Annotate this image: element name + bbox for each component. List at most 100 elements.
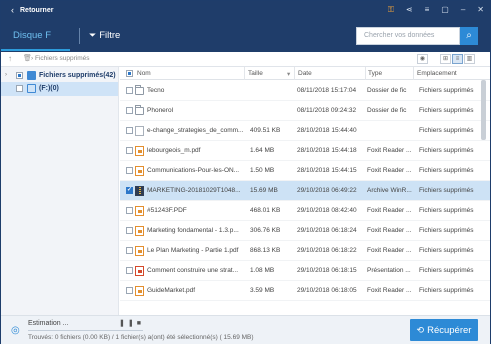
- cell-size: 409.51 KB: [250, 127, 281, 134]
- search-input[interactable]: Chercher vos données: [356, 27, 460, 45]
- table-row[interactable]: #51243F.PDF 468.01 KB 29/10/2018 08:42:40 F…: [120, 201, 490, 221]
- cell-size: 1.64 MB: [250, 147, 275, 154]
- pdf-file-icon: [135, 246, 144, 256]
- cell-location: Fichiers supprimés: [419, 87, 474, 94]
- presentation-file-icon: [135, 266, 144, 276]
- cell-date: 08/11/2018 09:24:32: [297, 107, 357, 114]
- cell-size: 306.76 KB: [250, 227, 281, 234]
- restore-icon[interactable]: ▢: [441, 5, 449, 15]
- row-checkbox[interactable]: [126, 107, 133, 114]
- recover-icon: ⟲: [416, 325, 425, 335]
- back-button[interactable]: ‹ Retourner: [11, 5, 53, 15]
- cell-type: Foxit Reader ...: [367, 147, 412, 154]
- cell-name: Marketing fondamental - 1.3.p...: [147, 227, 239, 234]
- chevron-left-icon: ‹: [11, 5, 14, 15]
- tree-item-drive-f[interactable]: (F:)(0): [1, 82, 118, 96]
- key-icon[interactable]: ⚿: [388, 5, 394, 15]
- row-checkbox[interactable]: [126, 167, 133, 174]
- table-row[interactable]: GuideMarket.pdf 3.59 MB 29/10/2018 06:18:0…: [120, 281, 490, 301]
- row-checkbox[interactable]: [126, 267, 133, 274]
- grid-view-icon[interactable]: ⊞: [440, 54, 451, 64]
- cell-name: Tecno: [147, 87, 165, 94]
- estimation-label: Estimation ...: [28, 320, 69, 327]
- pdf-file-icon: [135, 286, 144, 296]
- tab-disk-f[interactable]: Disque F: [13, 30, 51, 41]
- table-row[interactable]: Le Plan Marketing - Partie 1.pdf 868.13 K…: [120, 241, 490, 261]
- app-window: ‹ Retourner ⚿ ⋖ ≡ ▢ – ✕ Disque F ⏷ Filtre …: [0, 0, 491, 344]
- cell-date: 28/10/2018 15:44:15: [297, 167, 357, 174]
- cell-name: MARKETING-20181029T1048...: [147, 187, 241, 194]
- cell-size: 468.01 KB: [250, 207, 281, 214]
- table-row[interactable]: lebourgeois_m.pdf 1.64 MB 28/10/2018 15:44…: [120, 141, 490, 161]
- cell-location: Fichiers supprimés: [419, 147, 474, 154]
- menu-icon[interactable]: ≡: [425, 5, 430, 15]
- column-type[interactable]: Type: [368, 70, 382, 77]
- search-icon[interactable]: ⌕: [460, 27, 478, 45]
- table-row[interactable]: Comment construire une strat... 1.08 MB 29…: [120, 261, 490, 281]
- cell-location: Fichiers supprimés: [419, 187, 474, 194]
- cell-size: 3.59 MB: [250, 287, 275, 294]
- minimize-icon[interactable]: –: [461, 5, 465, 15]
- cell-date: 29/10/2018 06:18:22: [297, 247, 357, 254]
- table-row[interactable]: MARKETING-20181029T1048... 15.69 MB 29/10/…: [120, 181, 490, 201]
- cell-type: Foxit Reader ...: [367, 287, 412, 294]
- row-checkbox[interactable]: [126, 247, 133, 254]
- cell-date: 29/10/2018 06:18:15: [297, 267, 357, 274]
- row-checkbox[interactable]: [126, 147, 133, 154]
- drive-icon: [27, 84, 36, 93]
- filter-button[interactable]: ⏷ Filtre: [89, 30, 120, 41]
- close-icon[interactable]: ✕: [477, 5, 484, 15]
- back-label: Retourner: [20, 7, 54, 14]
- expand-arrow-icon[interactable]: ›: [5, 72, 7, 78]
- cell-location: Fichiers supprimés: [419, 167, 474, 174]
- row-checkbox[interactable]: [126, 287, 133, 294]
- cell-location: Fichiers supprimés: [419, 127, 474, 134]
- cell-name: Phonerol: [147, 107, 174, 114]
- table-row[interactable]: Communications-Pour-les-ON... 1.50 MB 28/1…: [120, 161, 490, 181]
- breadcrumb: › Fichiers supprimés: [31, 55, 90, 62]
- table-row[interactable]: Marketing fondamental - 1.3.p... 306.76 K…: [120, 221, 490, 241]
- tree-item-label: (F:)(0): [39, 85, 59, 92]
- pause-stop-controls[interactable]: ❚❚■: [119, 319, 144, 327]
- tree-checkbox[interactable]: [16, 85, 23, 92]
- detail-view-icon[interactable]: ▥: [464, 54, 475, 64]
- column-divider: [413, 67, 414, 80]
- row-checkbox[interactable]: [126, 186, 133, 194]
- recover-button[interactable]: ⟲ Récupérer: [410, 319, 478, 341]
- up-arrow-icon[interactable]: ↑: [8, 54, 12, 63]
- scrollbar[interactable]: [481, 80, 486, 140]
- table-row[interactable]: e-change_strategies_de_comm... 409.51 KB 2…: [120, 121, 490, 141]
- row-checkbox[interactable]: [126, 87, 133, 94]
- column-size[interactable]: Taille: [248, 70, 263, 77]
- breadcrumb-item[interactable]: Fichiers supprimés: [35, 55, 90, 62]
- cell-type: Présentation ...: [367, 267, 411, 274]
- row-checkbox[interactable]: [126, 227, 133, 234]
- select-all-checkbox[interactable]: [126, 70, 133, 77]
- table-row[interactable]: Tecno 08/11/2018 15:17:04 Dossier de fic Fi…: [120, 81, 490, 101]
- column-name[interactable]: Nom: [137, 70, 151, 77]
- toolbar-divider: [79, 28, 80, 44]
- list-view-icon[interactable]: ≡: [452, 54, 463, 64]
- tree-item-deleted-files[interactable]: › Fichiers supprimés(42): [1, 69, 118, 83]
- pause-icon[interactable]: ❚❚: [119, 320, 137, 327]
- cell-location: Fichiers supprimés: [419, 207, 474, 214]
- stop-icon[interactable]: ■: [137, 320, 144, 327]
- cell-date: 29/10/2018 06:18:24: [297, 227, 357, 234]
- column-date[interactable]: Date: [298, 70, 312, 77]
- table-row[interactable]: Phonerol 08/11/2018 09:24:32 Dossier de fi…: [120, 101, 490, 121]
- cell-size: 15.69 MB: [250, 187, 278, 194]
- cell-location: Fichiers supprimés: [419, 287, 474, 294]
- deleted-files-icon: [27, 71, 36, 80]
- cell-name: lebourgeois_m.pdf: [147, 147, 201, 154]
- preview-toggle-icon[interactable]: ◉: [417, 54, 428, 64]
- row-checkbox[interactable]: [126, 127, 133, 134]
- cell-date: 29/10/2018 08:42:40: [297, 207, 357, 214]
- row-checkbox[interactable]: [126, 207, 133, 214]
- tree-checkbox[interactable]: [16, 72, 23, 79]
- share-icon[interactable]: ⋖: [406, 5, 413, 15]
- cell-name: #51243F.PDF: [147, 207, 187, 214]
- column-location[interactable]: Emplacement: [417, 70, 457, 77]
- cell-type: Archive WinR...: [367, 187, 412, 194]
- recover-label: Récupérer: [427, 325, 472, 336]
- cell-size: 868.13 KB: [250, 247, 281, 254]
